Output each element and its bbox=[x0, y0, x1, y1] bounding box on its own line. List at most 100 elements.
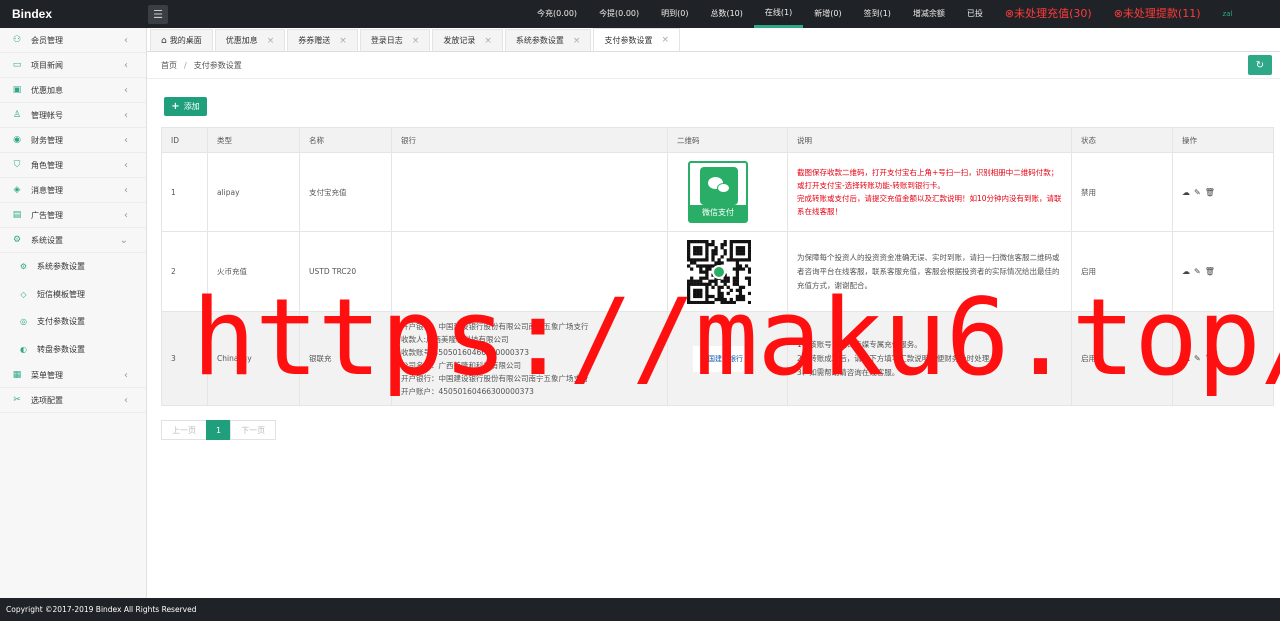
cell-name: 支付宝充值 bbox=[299, 152, 392, 232]
tab-2[interactable]: 券券赠送 × bbox=[287, 29, 358, 51]
menu-toggle-icon[interactable]: ☰ bbox=[148, 4, 168, 24]
close-icon[interactable]: × bbox=[412, 36, 420, 46]
tab-5[interactable]: 系统参数设置 × bbox=[504, 29, 592, 51]
add-button[interactable]: + 添加 bbox=[164, 97, 207, 116]
top-stat-9[interactable]: ⊗未处理充值(30) bbox=[994, 0, 1103, 28]
cloud-icon[interactable]: ☁ bbox=[1182, 188, 1190, 197]
cloud-icon[interactable]: ☁ bbox=[1182, 267, 1190, 276]
book-icon: ▭ bbox=[12, 60, 22, 70]
close-icon[interactable]: × bbox=[484, 36, 492, 46]
refresh-button[interactable]: ↻ bbox=[1248, 55, 1272, 75]
sidebar-item-label: 会员管理 bbox=[31, 35, 63, 45]
sidebar-subitem-3[interactable]: ◐ 转盘参数设置 bbox=[0, 336, 146, 364]
close-icon[interactable]: × bbox=[339, 36, 347, 46]
table-row: 1 alipay 支付宝充值 微信支付 截图保存收款二维码，打开支付宝右上角+号扫一扫，… bbox=[161, 152, 1274, 232]
sidebar-item-7[interactable]: ▤ 广告管理 ‹ bbox=[0, 203, 146, 228]
sidebar-item-b0[interactable]: ▦ 菜单管理 ‹ bbox=[0, 363, 146, 388]
delete-icon[interactable]: 🗑 bbox=[1205, 267, 1215, 276]
pay-icon: ◎ bbox=[20, 317, 27, 327]
footer: Copyright ©2017-2019 Bindex All Rights R… bbox=[0, 598, 1280, 621]
sidebar-item-0[interactable]: ⚇ 会员管理 ‹ bbox=[0, 28, 146, 53]
top-stat-0[interactable]: 今充(0.00) bbox=[526, 0, 588, 28]
shield-icon: ⛉ bbox=[13, 160, 21, 170]
wechat-bubble-b bbox=[717, 183, 730, 193]
cell-bank bbox=[391, 152, 668, 232]
next-page-button[interactable]: 下一页 bbox=[230, 420, 277, 440]
cell-id: 1 bbox=[161, 152, 208, 232]
tab-label: 券券赠送 bbox=[298, 36, 331, 45]
top-stat-2[interactable]: 明到(0) bbox=[650, 0, 699, 28]
sidebar-item-5[interactable]: ⛉ 角色管理 ‹ bbox=[0, 153, 146, 178]
row-actions: ☁ ✎ 🗑 bbox=[1182, 188, 1273, 197]
prev-page-button[interactable]: 上一页 bbox=[161, 420, 207, 440]
chevron-left-icon: ‹ bbox=[124, 59, 128, 71]
wechat-pay-label: 微信支付 bbox=[690, 205, 746, 221]
chevron-down-icon: ⌄ bbox=[119, 234, 128, 246]
close-icon[interactable]: × bbox=[573, 36, 581, 46]
sidebar-item-label: 系统参数设置 bbox=[37, 262, 85, 272]
home-icon: ⌂ bbox=[161, 35, 167, 46]
sidebar-item-label: 管理帐号 bbox=[31, 110, 63, 120]
tab-4[interactable]: 发放记录 × bbox=[432, 29, 503, 51]
gear-icon: ⚙ bbox=[12, 235, 22, 245]
chevron-left-icon: ‹ bbox=[124, 34, 128, 46]
sidebar-item-label: 广告管理 bbox=[31, 210, 63, 220]
tab-1[interactable]: 优惠加息 × bbox=[214, 29, 286, 51]
edit-icon[interactable]: ✎ bbox=[1194, 267, 1201, 276]
breadcrumb-home[interactable]: 首页 bbox=[161, 60, 177, 71]
top-stat-5[interactable]: 新增(0) bbox=[803, 0, 852, 28]
sidebar-item-label: 项目新闻 bbox=[31, 60, 63, 70]
sidebar-subitem-2[interactable]: ◎ 支付参数设置 bbox=[0, 308, 146, 336]
top-stat-1[interactable]: 今提(0.00) bbox=[588, 0, 650, 28]
message-icon: ◈ bbox=[13, 185, 21, 195]
wechat-pay-icon: 微信支付 bbox=[688, 161, 748, 223]
top-stat-4[interactable]: 在线(1) bbox=[753, 0, 804, 28]
sidebar-item-3[interactable]: ♙ 管理帐号 ‹ bbox=[0, 103, 146, 128]
wechat-bubble bbox=[700, 167, 738, 205]
delete-icon[interactable]: 🗑 bbox=[1205, 188, 1215, 197]
close-icon[interactable]: × bbox=[661, 35, 669, 45]
sidebar-item-8[interactable]: ⚙ 系统设置 ⌄ bbox=[0, 228, 146, 253]
watermark-url: https://maku6.top/ bbox=[192, 276, 1280, 399]
chevron-left-icon: ‹ bbox=[124, 394, 128, 406]
row-actions: ☁ ✎ 🗑 bbox=[1182, 267, 1273, 276]
sidebar-item-label: 财务管理 bbox=[31, 135, 63, 145]
sidebar-subitem-0[interactable]: ⚙ 系统参数设置 bbox=[0, 253, 146, 281]
column-header: 银行 bbox=[391, 127, 668, 153]
sidebar-item-label: 菜单管理 bbox=[31, 370, 63, 380]
breadcrumb: 首页 / 支付参数设置 ↻ bbox=[147, 52, 1280, 79]
refresh-icon: ↻ bbox=[1255, 59, 1265, 71]
cell-status: 禁用 bbox=[1071, 152, 1173, 232]
chevron-left-icon: ‹ bbox=[124, 109, 128, 121]
sidebar-item-4[interactable]: ◉ 财务管理 ‹ bbox=[0, 128, 146, 153]
tab-6[interactable]: 支付参数设置 × bbox=[593, 28, 680, 51]
chevron-left-icon: ‹ bbox=[124, 159, 128, 171]
tab-0[interactable]: ⌂ 我的桌面 bbox=[150, 29, 213, 51]
top-stat-11[interactable]: zal bbox=[1212, 0, 1244, 28]
sidebar-item-label: 角色管理 bbox=[31, 160, 63, 170]
chevron-left-icon: ‹ bbox=[124, 134, 128, 146]
close-icon[interactable]: × bbox=[267, 36, 275, 46]
sidebar-subitem-1[interactable]: ◇ 短信模板管理 bbox=[0, 281, 146, 309]
sidebar-item-2[interactable]: ▣ 优惠加息 ‹ bbox=[0, 78, 146, 103]
sidebar-item-b1[interactable]: ✂ 选项配置 ‹ bbox=[0, 388, 146, 413]
sidebar-item-label: 支付参数设置 bbox=[37, 317, 85, 327]
current-page-button[interactable]: 1 bbox=[206, 420, 232, 440]
tab-3[interactable]: 登录日志 × bbox=[359, 29, 431, 51]
top-stat-7[interactable]: 增减余额 bbox=[902, 0, 956, 28]
tag-icon: ◇ bbox=[20, 289, 27, 299]
desc-line: 完成转账或支付后，请提交充值金额以及汇款说明！如10分钟内没有到账，请联系在线客… bbox=[797, 194, 1062, 216]
edit-icon[interactable]: ✎ bbox=[1194, 188, 1201, 197]
sidebar-item-label: 转盘参数设置 bbox=[37, 344, 85, 354]
top-stat-6[interactable]: 签到(1) bbox=[853, 0, 902, 28]
top-stat-10[interactable]: ⊗未处理提款(11) bbox=[1103, 0, 1212, 28]
top-stat-3[interactable]: 总数(10) bbox=[699, 0, 753, 28]
add-button-label: 添加 bbox=[183, 102, 200, 111]
column-header: 操作 bbox=[1172, 127, 1274, 153]
sidebar-item-6[interactable]: ◈ 消息管理 ‹ bbox=[0, 178, 146, 203]
top-stat-8[interactable]: 已投 bbox=[956, 0, 994, 28]
cell-qr: 微信支付 bbox=[667, 152, 788, 232]
tab-bar: ⌂ 我的桌面 优惠加息 × 券券赠送 × 登录日志 × 发放记录 × 系统参数设置 × 支付参数设置 × bbox=[147, 28, 1280, 52]
sidebar-item-1[interactable]: ▭ 项目新闻 ‹ bbox=[0, 53, 146, 78]
tab-label: 系统参数设置 bbox=[515, 36, 564, 45]
